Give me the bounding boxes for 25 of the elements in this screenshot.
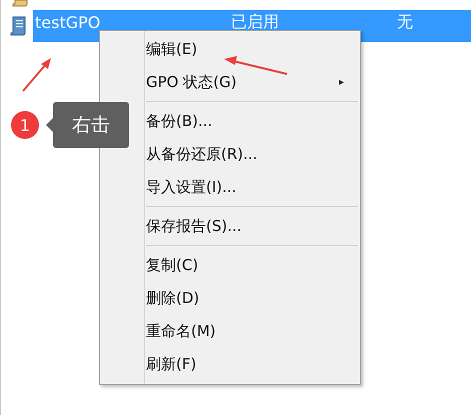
menu-item-label: 复制(C) bbox=[146, 256, 200, 275]
menu-item[interactable]: 保存报告(S)... bbox=[102, 210, 358, 243]
submenu-arrow: ▸ bbox=[338, 77, 344, 88]
gpo-name: testGPO bbox=[35, 12, 102, 32]
table-cell: 无 bbox=[397, 12, 413, 32]
menu-item-label: 导入设置(I)... bbox=[146, 178, 238, 197]
menu-item[interactable]: 删除(D) bbox=[102, 282, 358, 315]
menu-item-label: 编辑(E) bbox=[146, 40, 198, 59]
menu-item[interactable]: 重命名(M) bbox=[102, 315, 358, 348]
gpo-status: 已启用 bbox=[231, 12, 280, 32]
annotation-arrow bbox=[223, 56, 289, 76]
menu-item[interactable]: 导入设置(I)... bbox=[102, 171, 358, 204]
callout-tooltip: 右击 bbox=[53, 102, 129, 148]
menu-item-label: 删除(D) bbox=[146, 289, 200, 308]
menu-item-label: 从备份还原(R)... bbox=[146, 145, 258, 164]
menu-item[interactable]: 复制(C) bbox=[102, 249, 358, 282]
menu-item-label: 刷新(F) bbox=[146, 355, 198, 374]
menu-item-label: 备份(B)... bbox=[146, 112, 214, 131]
menu-item[interactable]: GPO 状态(G) ▸ bbox=[102, 66, 358, 99]
menu-item-label: 重命名(M) bbox=[146, 322, 217, 341]
menu-item-label: GPO 状态(G) bbox=[146, 73, 238, 92]
step-badge: 1 bbox=[11, 111, 39, 139]
menu-item-label: 保存报告(S)... bbox=[146, 217, 243, 236]
callout-pointer bbox=[46, 118, 53, 132]
menu-item[interactable]: 刷新(F) bbox=[102, 348, 358, 381]
